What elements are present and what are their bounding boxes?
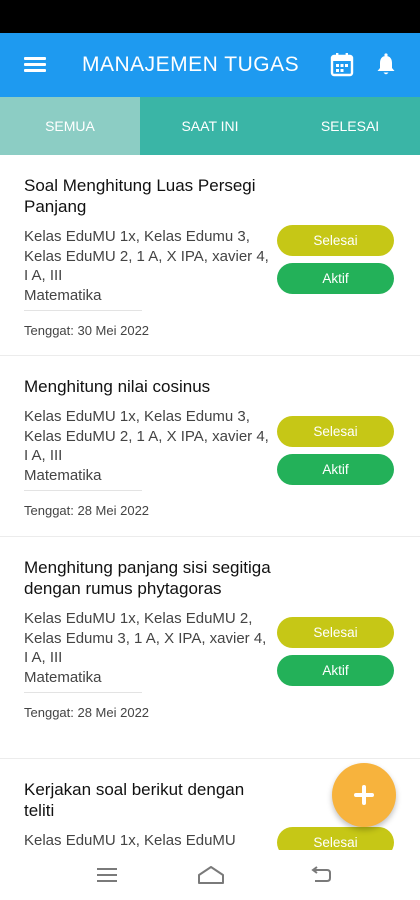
- task-classes: Kelas EduMU 1x, Kelas Edumu 3, Kelas Edu…: [24, 408, 269, 464]
- active-button[interactable]: Aktif: [277, 655, 394, 686]
- mark-done-button[interactable]: Selesai: [277, 617, 394, 648]
- task-classes: Kelas EduMU 1x, Kelas EduMU 2, Kelas Edu…: [24, 610, 267, 666]
- task-due-date: Tenggat: 30 Mei 2022: [24, 322, 150, 338]
- task-subject: Matematika: [24, 668, 142, 693]
- calendar-icon[interactable]: [328, 52, 356, 78]
- app-bar: MANAJEMEN TUGAS: [0, 33, 420, 97]
- task-due-date: Tenggat: 28 Mei 2022: [24, 502, 150, 518]
- task-subject: Matematika: [24, 466, 142, 491]
- task-classes: Kelas EduMU 1x, Kelas EduMU: [24, 832, 236, 849]
- task-title: Kerjakan soal berikut dengan teliti: [24, 780, 245, 820]
- mark-done-button[interactable]: Selesai: [277, 225, 394, 256]
- tab-bar: SEMUA SAAT INI SELESAI: [0, 97, 420, 155]
- task-subject: Matematika: [24, 286, 142, 311]
- system-nav-bar: [0, 850, 420, 900]
- page-title: MANAJEMEN TUGAS: [82, 53, 300, 76]
- tab-semua[interactable]: SEMUA: [0, 97, 140, 155]
- hamburger-menu-icon[interactable]: [18, 52, 52, 78]
- bell-icon[interactable]: [372, 51, 400, 79]
- home-icon[interactable]: [196, 864, 226, 886]
- task-list: Soal Menghitung Luas Persegi Panjang Kel…: [0, 155, 420, 850]
- task-title: Soal Menghitung Luas Persegi Panjang: [24, 176, 256, 216]
- status-bar: [0, 0, 420, 33]
- back-icon[interactable]: [308, 864, 334, 886]
- task-card[interactable]: Menghitung panjang sisi segitiga dengan …: [0, 537, 420, 759]
- task-card[interactable]: Menghitung nilai cosinus Kelas EduMU 1x,…: [0, 356, 420, 537]
- mark-done-button[interactable]: Selesai: [277, 416, 394, 447]
- tab-selesai[interactable]: SELESAI: [280, 97, 420, 155]
- active-button[interactable]: Aktif: [277, 454, 394, 485]
- mark-done-button[interactable]: Selesai: [277, 827, 394, 850]
- task-title: Menghitung nilai cosinus: [24, 377, 211, 396]
- task-due-date: Tenggat: 28 Mei 2022: [24, 704, 150, 720]
- recents-icon[interactable]: [94, 864, 120, 886]
- task-card[interactable]: Soal Menghitung Luas Persegi Panjang Kel…: [0, 155, 420, 356]
- add-task-button[interactable]: [332, 763, 396, 827]
- task-classes: Kelas EduMU 1x, Kelas Edumu 3, Kelas Edu…: [24, 228, 269, 284]
- active-button[interactable]: Aktif: [277, 263, 394, 294]
- tab-saat-ini[interactable]: SAAT INI: [140, 97, 280, 155]
- task-title: Menghitung panjang sisi segitiga dengan …: [24, 558, 271, 598]
